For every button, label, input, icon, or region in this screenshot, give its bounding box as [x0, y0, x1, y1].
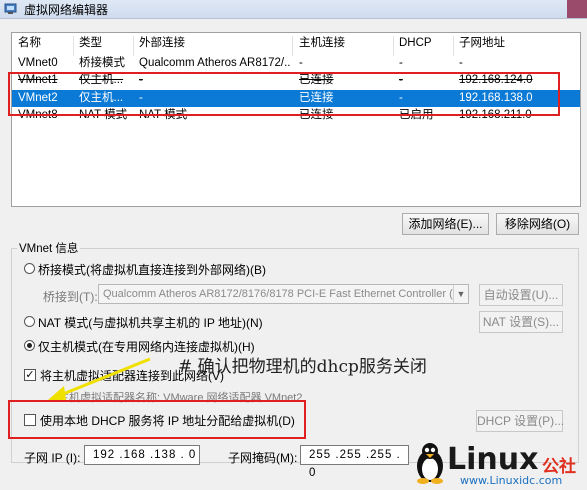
subnet-ip-label: 子网 IP (I): — [24, 451, 81, 465]
use-dhcp-checkbox[interactable] — [24, 414, 36, 426]
use-dhcp-label[interactable]: 使用本地 DHCP 服务将 IP 地址分配给虚拟机(D) — [40, 412, 295, 429]
tux-penguin-logo — [417, 443, 443, 484]
subnet-mask-field[interactable]: 255 .255 .255 . 0 — [300, 445, 409, 479]
subnet-mask-label: 子网掩码(M): — [228, 451, 298, 465]
subnet-ip-field[interactable]: 192 .168 .138 . 0 — [84, 445, 200, 465]
watermark-url: www.Linuxidc.com — [460, 474, 563, 487]
dhcp-settings-button[interactable]: DHCP 设置(P)... — [476, 410, 564, 432]
watermark-brand: Linux — [447, 442, 539, 477]
